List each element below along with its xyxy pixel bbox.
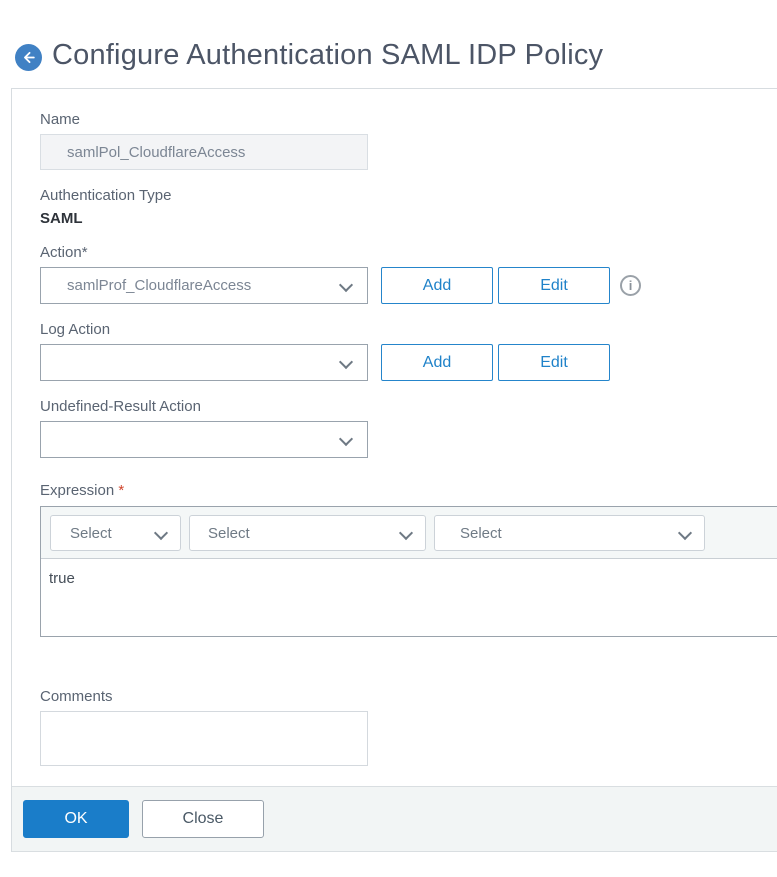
chevron-down-icon	[153, 525, 169, 541]
log-action-label: Log Action	[40, 321, 111, 338]
page-header: Configure Authentication SAML IDP Policy	[0, 0, 777, 88]
action-buttons: Add Edit	[381, 267, 610, 304]
required-asterisk: *	[118, 482, 125, 499]
expression-select-3[interactable]: Select	[434, 515, 705, 551]
action-select-value: samlProf_CloudflareAccess	[67, 277, 252, 294]
action-edit-button[interactable]: Edit	[498, 267, 610, 304]
authentication-type-group: Authentication Type SAML	[40, 187, 777, 227]
ok-button[interactable]: OK	[23, 800, 129, 838]
expression-select-3-value: Select	[460, 524, 502, 542]
undefined-result-action-label: Undefined-Result Action	[40, 398, 201, 415]
undefined-result-action-group: Undefined-Result Action	[40, 398, 777, 458]
action-field-group: Action* samlProf_CloudflareAccess Add Ed…	[40, 244, 777, 304]
name-label: Name	[40, 111, 81, 128]
name-field-group: Name samlPol_CloudflareAccess	[40, 111, 777, 170]
log-action-edit-button[interactable]: Edit	[498, 344, 610, 381]
arrow-left-icon	[20, 49, 37, 66]
back-button[interactable]	[15, 44, 42, 71]
action-select[interactable]: samlProf_CloudflareAccess	[40, 267, 368, 304]
comments-label: Comments	[40, 688, 113, 705]
undefined-result-action-select[interactable]	[40, 421, 368, 458]
page-title: Configure Authentication SAML IDP Policy	[52, 39, 604, 71]
action-label: Action*	[40, 244, 88, 261]
name-input: samlPol_CloudflareAccess	[40, 134, 368, 170]
expression-select-1-value: Select	[70, 524, 112, 542]
expression-label: Expression *	[40, 482, 777, 499]
log-action-field-group: Log Action Add Edit	[40, 321, 777, 381]
close-button[interactable]: Close	[142, 800, 264, 838]
log-action-buttons: Add Edit	[381, 344, 610, 381]
log-action-select[interactable]	[40, 344, 368, 381]
expression-input[interactable]: true	[41, 559, 777, 636]
chevron-down-icon	[677, 525, 693, 541]
authentication-type-label: Authentication Type	[40, 187, 172, 204]
chevron-down-icon	[338, 431, 354, 447]
comments-field-group: Comments	[40, 688, 777, 766]
comments-input[interactable]	[40, 711, 368, 766]
chevron-down-icon	[338, 277, 354, 293]
expression-select-2[interactable]: Select	[189, 515, 426, 551]
expression-select-2-value: Select	[208, 524, 250, 542]
chevron-down-icon	[338, 354, 354, 370]
footer-bar: OK Close	[12, 786, 777, 852]
expression-field-group: Expression * Select Select Select true	[40, 482, 777, 637]
action-add-button[interactable]: Add	[381, 267, 493, 304]
form-panel: Name samlPol_CloudflareAccess Authentica…	[11, 88, 777, 852]
expression-editor: Select Select Select true	[40, 506, 777, 637]
expression-editor-toolbar: Select Select Select	[41, 507, 777, 559]
log-action-add-button[interactable]: Add	[381, 344, 493, 381]
authentication-type-value: SAML	[40, 210, 83, 227]
expression-label-text: Expression	[40, 482, 115, 499]
chevron-down-icon	[398, 525, 414, 541]
info-icon[interactable]	[620, 275, 641, 296]
expression-select-1[interactable]: Select	[50, 515, 181, 551]
